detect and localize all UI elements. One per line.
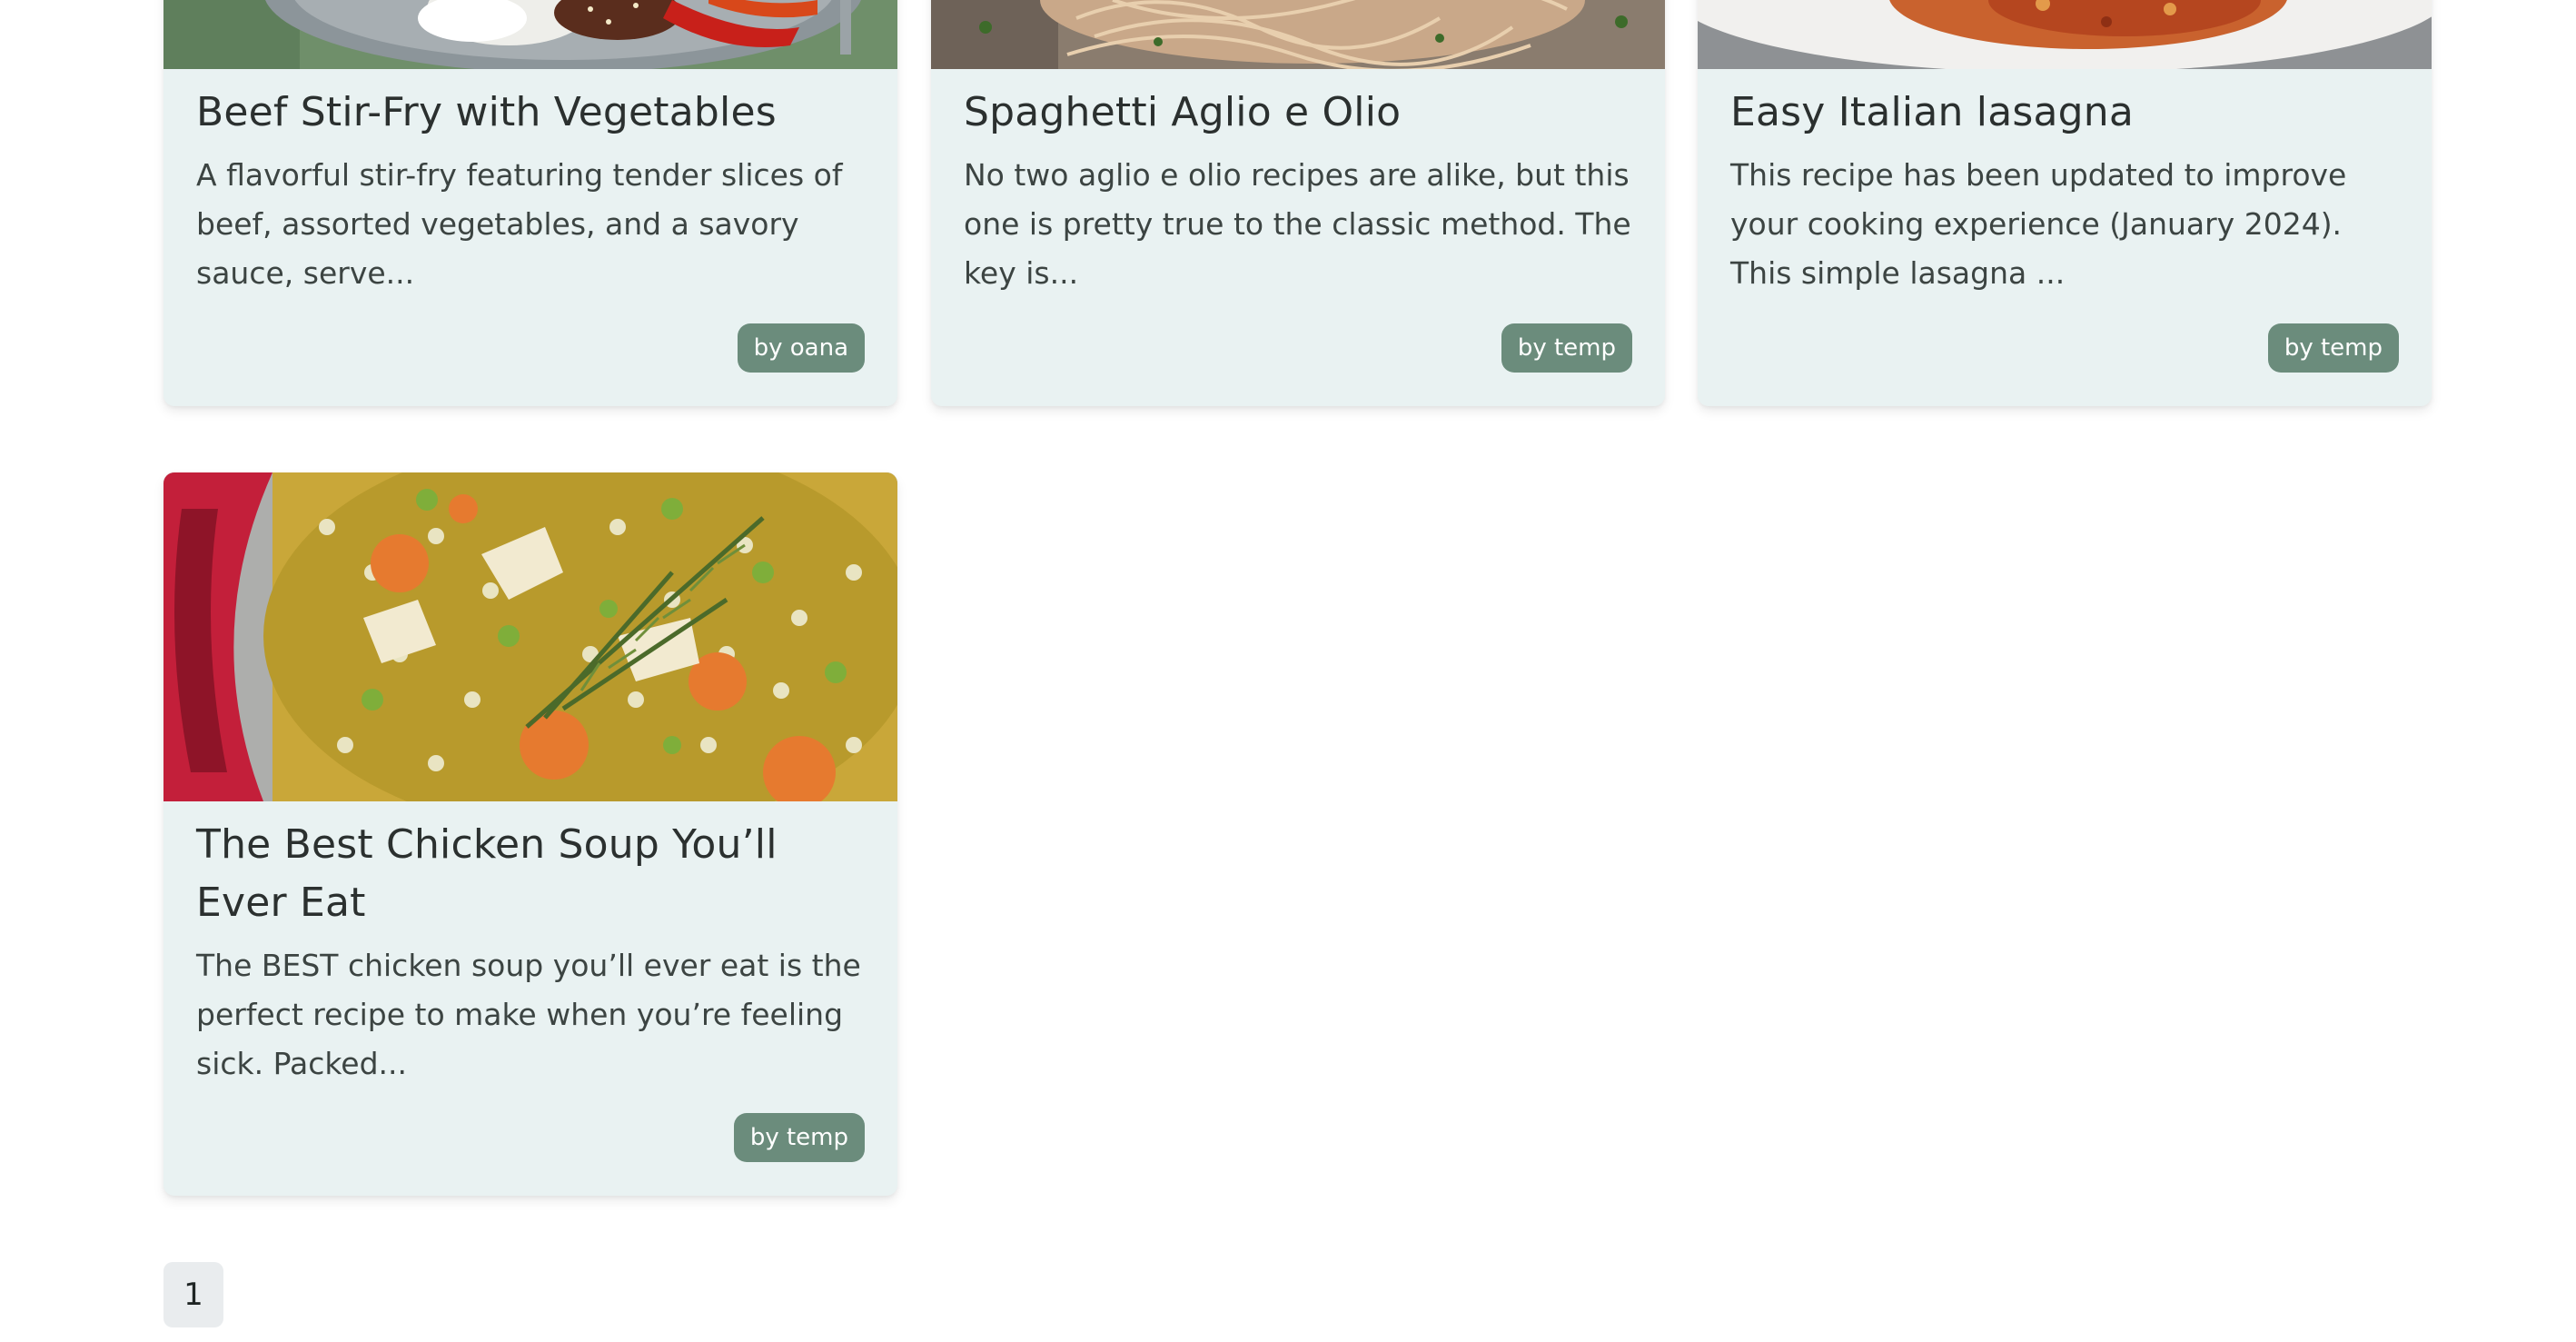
recipe-photo-chicken-soup bbox=[163, 472, 897, 801]
recipe-card-chicken-soup[interactable]: The Best Chicken Soup You’ll Ever Eat Th… bbox=[163, 472, 897, 1196]
recipe-card-body: Easy Italian lasagna This recipe has bee… bbox=[1730, 84, 2399, 298]
recipe-photo-spaghetti bbox=[931, 0, 1665, 69]
recipe-description: This recipe has been updated to improve … bbox=[1730, 157, 2347, 291]
pagination-page-1-button[interactable]: 1 bbox=[163, 1262, 223, 1327]
recipe-card-body: The Best Chicken Soup You’ll Ever Eat Th… bbox=[196, 816, 865, 1089]
recipe-description: No two aglio e olio recipes are alike, b… bbox=[964, 157, 1631, 291]
recipe-photo-beef-stir-fry bbox=[163, 0, 897, 69]
recipe-card-italian-lasagna[interactable]: Easy Italian lasagna This recipe has bee… bbox=[1698, 0, 2432, 406]
author-badge: by oana bbox=[737, 323, 865, 373]
recipe-card-beef-stir-fry[interactable]: Beef Stir-Fry with Vegetables A flavorfu… bbox=[163, 0, 897, 406]
recipe-list-page: Beef Stir-Fry with Vegetables A flavorfu… bbox=[0, 0, 2576, 1342]
recipe-description: The BEST chicken soup you’ll ever eat is… bbox=[196, 948, 861, 1081]
recipe-description: A flavorful stir-fry featuring tender sl… bbox=[196, 157, 843, 291]
author-badge: by temp bbox=[2267, 323, 2399, 373]
author-badge: by temp bbox=[733, 1113, 865, 1162]
recipe-card-spaghetti-aglio-e-olio[interactable]: Spaghetti Aglio e Olio No two aglio e ol… bbox=[931, 0, 1665, 406]
recipe-title[interactable]: The Best Chicken Soup You’ll Ever Eat bbox=[196, 816, 865, 932]
recipe-title[interactable]: Spaghetti Aglio e Olio bbox=[964, 84, 1632, 142]
recipe-title[interactable]: Beef Stir-Fry with Vegetables bbox=[196, 84, 865, 142]
recipe-card-body: Spaghetti Aglio e Olio No two aglio e ol… bbox=[964, 84, 1632, 298]
recipe-photo-lasagna bbox=[1698, 0, 2432, 69]
recipe-card-body: Beef Stir-Fry with Vegetables A flavorfu… bbox=[196, 84, 865, 298]
author-badge: by temp bbox=[1501, 323, 1632, 373]
recipe-title[interactable]: Easy Italian lasagna bbox=[1730, 84, 2399, 142]
